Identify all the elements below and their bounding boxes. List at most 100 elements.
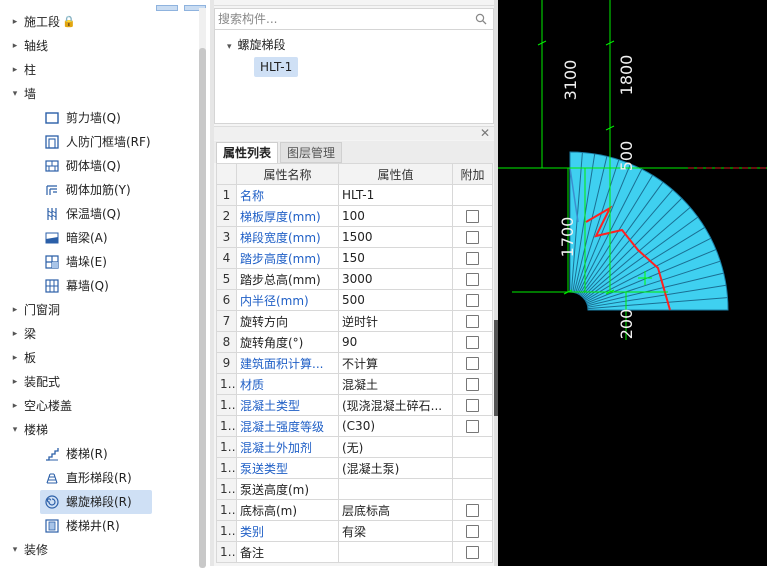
tree-item[interactable]: ▸ 装配式 [0, 370, 205, 394]
extra-checkbox[interactable] [466, 315, 479, 328]
extra-checkbox[interactable] [466, 294, 479, 307]
property-value[interactable]: 500 [338, 289, 453, 311]
tree-child-item[interactable]: 暗梁(A) [40, 226, 152, 250]
tree-item[interactable]: ▸ 施工段 🔒 [0, 10, 205, 34]
property-value[interactable]: HLT-1 [338, 184, 453, 206]
tree-child-item[interactable]: 直形梯段(R) [40, 466, 152, 490]
tree-child-item[interactable]: 人防门框墙(RF) [40, 130, 152, 154]
scrollbar-thumb[interactable] [199, 48, 206, 568]
extra-checkbox[interactable] [466, 378, 479, 391]
chevron-right-icon[interactable]: ▸ [10, 322, 20, 346]
search-box[interactable] [214, 8, 494, 30]
property-value[interactable]: 3000 [338, 268, 453, 290]
tree-item[interactable]: ▸ 空心楼盖 [0, 394, 205, 418]
extra-cell[interactable] [452, 499, 493, 521]
property-row[interactable]: 2 梯板厚度(mm) 100 [216, 205, 493, 227]
extra-cell[interactable] [452, 289, 493, 311]
property-value[interactable]: 90 [338, 331, 453, 353]
extra-cell[interactable] [452, 205, 493, 227]
chevron-down-icon[interactable]: ▾ [10, 82, 20, 106]
property-row[interactable]: 7 旋转方向 逆时针 [216, 310, 493, 332]
extra-cell[interactable] [452, 415, 493, 437]
property-row[interactable]: 17 类别 有梁 [216, 520, 493, 542]
property-value[interactable]: 有梁 [338, 520, 453, 542]
extra-cell[interactable] [452, 352, 493, 374]
property-row[interactable]: 12 混凝土强度等级 (C30) [216, 415, 493, 437]
component-group[interactable]: ▾ 螺旋梯段 [227, 35, 286, 55]
close-icon[interactable]: ✕ [480, 126, 490, 140]
property-value[interactable]: 逆时针 [338, 310, 453, 332]
chevron-right-icon[interactable]: ▸ [10, 58, 20, 82]
property-row[interactable]: 6 内半径(mm) 500 [216, 289, 493, 311]
extra-cell[interactable] [452, 541, 493, 563]
extra-cell[interactable] [452, 331, 493, 353]
tree-item[interactable]: ▸ 板 [0, 346, 205, 370]
extra-checkbox[interactable] [466, 210, 479, 223]
chevron-down-icon[interactable]: ▾ [10, 418, 20, 442]
tree-child-item[interactable]: 螺旋梯段(R) [40, 490, 152, 514]
tree-child-item[interactable]: 保温墙(Q) [40, 202, 152, 226]
tree-child-item[interactable]: 剪力墙(Q) [40, 106, 152, 130]
tree-item[interactable]: ▾ 装修 [0, 538, 205, 562]
property-row[interactable]: 16 底标高(m) 层底标高 [216, 499, 493, 521]
extra-cell[interactable] [452, 268, 493, 290]
chevron-right-icon[interactable]: ▸ [10, 370, 20, 394]
extra-checkbox[interactable] [466, 336, 479, 349]
extra-checkbox[interactable] [466, 525, 479, 538]
property-value[interactable]: 层底标高 [338, 499, 453, 521]
tree-item[interactable]: ▾ 墙 [0, 82, 205, 106]
tree-child-item[interactable]: 幕墙(Q) [40, 274, 152, 298]
property-row[interactable]: 9 建筑面积计算... 不计算 [216, 352, 493, 374]
property-row[interactable]: 13 混凝土外加剂 (无) [216, 436, 493, 458]
property-value[interactable]: 100 [338, 205, 453, 227]
drawing-canvas[interactable]: 3100 1800 500 1700 200 [498, 0, 767, 566]
tree-child-item[interactable]: 砌体加筋(Y) [40, 178, 152, 202]
tree-item[interactable]: ▸ 门窗洞 [0, 298, 205, 322]
chevron-right-icon[interactable]: ▸ [10, 298, 20, 322]
extra-cell[interactable] [452, 310, 493, 332]
chevron-right-icon[interactable]: ▸ [10, 394, 20, 418]
component-instance[interactable]: HLT-1 [254, 57, 299, 77]
chevron-down-icon[interactable]: ▾ [10, 538, 20, 562]
tree-item[interactable]: ▾ 楼梯 [0, 418, 205, 442]
property-value[interactable]: 混凝土 [338, 373, 453, 395]
tree-child-item[interactable]: 楼梯井(R) [40, 514, 152, 538]
property-row[interactable]: 3 梯段宽度(mm) 1500 [216, 226, 493, 248]
tab-property-list[interactable]: 属性列表 [216, 142, 279, 163]
chevron-down-icon[interactable]: ▾ [227, 42, 232, 52]
chevron-right-icon[interactable]: ▸ [10, 10, 20, 34]
extra-checkbox[interactable] [466, 231, 479, 244]
extra-cell[interactable] [452, 247, 493, 269]
extra-cell[interactable] [452, 394, 493, 416]
extra-cell[interactable] [452, 520, 493, 542]
property-row[interactable]: 15 泵送高度(m) [216, 478, 493, 500]
chevron-right-icon[interactable]: ▸ [10, 34, 20, 58]
property-row[interactable]: 10 材质 混凝土 [216, 373, 493, 395]
property-row[interactable]: 14 泵送类型 (混凝土泵) [216, 457, 493, 479]
extra-cell[interactable] [452, 226, 493, 248]
property-row[interactable]: 8 旋转角度(°) 90 [216, 331, 493, 353]
extra-checkbox[interactable] [466, 357, 479, 370]
spiral-stair-plan[interactable] [569, 151, 729, 311]
lock-icon[interactable]: 🔒 [62, 10, 76, 34]
property-value[interactable]: (无) [338, 436, 453, 458]
property-value[interactable]: (混凝土泵) [338, 457, 453, 479]
extra-checkbox[interactable] [466, 546, 479, 559]
property-row[interactable]: 1 名称 HLT-1 [216, 184, 493, 206]
property-row[interactable]: 4 踏步高度(mm) 150 [216, 247, 493, 269]
property-value[interactable]: (C30) [338, 415, 453, 437]
search-input[interactable] [218, 11, 468, 27]
cad-drawing[interactable]: 3100 1800 500 1700 200 [498, 0, 767, 566]
property-value[interactable]: 1500 [338, 226, 453, 248]
property-value[interactable]: 不计算 [338, 352, 453, 374]
property-value[interactable] [338, 478, 453, 500]
extra-checkbox[interactable] [466, 252, 479, 265]
property-row[interactable]: 5 踏步总高(mm) 3000 [216, 268, 493, 290]
chevron-right-icon[interactable]: ▸ [10, 346, 20, 370]
tree-item[interactable]: ▸ 轴线 [0, 34, 205, 58]
tab-layer-management[interactable]: 图层管理 [280, 142, 343, 163]
tree-child-item[interactable]: 墙垛(E) [40, 250, 152, 274]
extra-cell[interactable] [452, 373, 493, 395]
extra-checkbox[interactable] [466, 273, 479, 286]
property-value[interactable]: (现浇混凝土碎石... [338, 394, 453, 416]
